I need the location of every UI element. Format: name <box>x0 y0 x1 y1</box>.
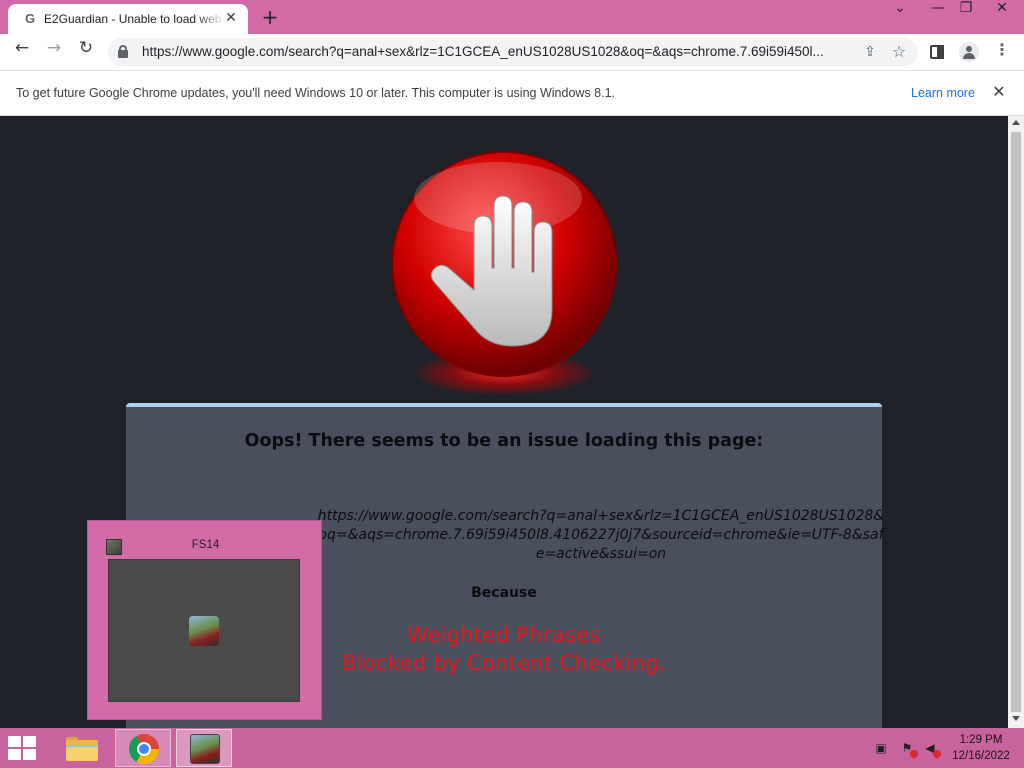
side-panel-icon[interactable] <box>925 40 949 64</box>
clock-time[interactable]: 1:29 PM <box>950 734 1012 746</box>
page-scrollbar[interactable] <box>1008 116 1024 728</box>
infobar-message: To get future Google Chrome updates, you… <box>16 86 615 100</box>
windows-start-icon[interactable] <box>8 736 38 760</box>
tab-strip: G E2Guardian - Unable to load web page ✕… <box>0 0 1024 34</box>
bookmark-star-icon[interactable]: ☆ <box>890 43 908 61</box>
chrome-icon <box>129 734 159 764</box>
stop-hand-icon <box>391 151 617 377</box>
lock-icon[interactable] <box>118 45 128 59</box>
close-window-button[interactable]: ✕ <box>980 0 1024 32</box>
share-icon[interactable]: ⇪ <box>862 44 878 60</box>
scroll-up-arrow-icon[interactable] <box>1012 120 1020 125</box>
blocked-url: https://www.google.com/search?q=anal+sex… <box>317 508 885 562</box>
reload-button[interactable]: ↻ <box>72 38 100 66</box>
update-infobar: To get future Google Chrome updates, you… <box>0 70 1024 116</box>
browser-toolbar: ← → ↻ https://www.google.com/search?q=an… <box>0 34 1024 70</box>
chrome-menu-icon[interactable]: ⋮ <box>990 40 1014 64</box>
google-favicon-icon: G <box>24 11 36 26</box>
error-title: Oops! There seems to be an issue loading… <box>244 431 764 451</box>
preview-title: FS14 <box>191 539 220 551</box>
fs14-taskbar-button[interactable] <box>176 729 232 767</box>
scroll-thumb[interactable] <box>1011 132 1021 712</box>
clock-date[interactable]: 12/16/2022 <box>950 750 1012 762</box>
volume-muted-icon[interactable]: ◀ <box>921 740 941 758</box>
taskbar-thumbnail-preview[interactable]: FS14 <box>87 520 322 720</box>
folder-icon <box>66 737 98 761</box>
forward-button[interactable]: → <box>40 38 68 66</box>
tab-close-icon[interactable]: ✕ <box>222 9 240 27</box>
infobar-close-icon[interactable]: ✕ <box>989 82 1009 102</box>
scroll-down-arrow-icon[interactable] <box>1012 716 1020 721</box>
tractor-game-icon <box>189 616 219 646</box>
network-tray-icon[interactable]: ▣ <box>872 740 890 756</box>
tab-title: E2Guardian - Unable to load web page <box>44 12 224 26</box>
learn-more-link[interactable]: Learn more <box>911 86 975 100</box>
tab-e2guardian[interactable]: G E2Guardian - Unable to load web page ✕ <box>8 4 248 34</box>
file-explorer-button[interactable] <box>54 729 110 767</box>
chrome-taskbar-button[interactable] <box>115 729 171 767</box>
screen: G E2Guardian - Unable to load web page ✕… <box>0 0 1024 768</box>
profile-avatar-icon[interactable] <box>957 40 981 64</box>
new-tab-button[interactable]: + <box>256 4 284 30</box>
url-text[interactable]: https://www.google.com/search?q=anal+sex… <box>142 44 842 60</box>
back-button[interactable]: ← <box>8 38 36 66</box>
preview-window[interactable] <box>108 559 300 702</box>
address-bar[interactable]: https://www.google.com/search?q=anal+sex… <box>108 38 918 66</box>
action-center-flag-icon[interactable]: ⚑ <box>898 740 918 758</box>
windows-taskbar <box>0 728 1024 768</box>
tractor-game-icon <box>190 734 220 764</box>
tab-search-chevron-icon[interactable]: ⌄ <box>880 0 920 32</box>
